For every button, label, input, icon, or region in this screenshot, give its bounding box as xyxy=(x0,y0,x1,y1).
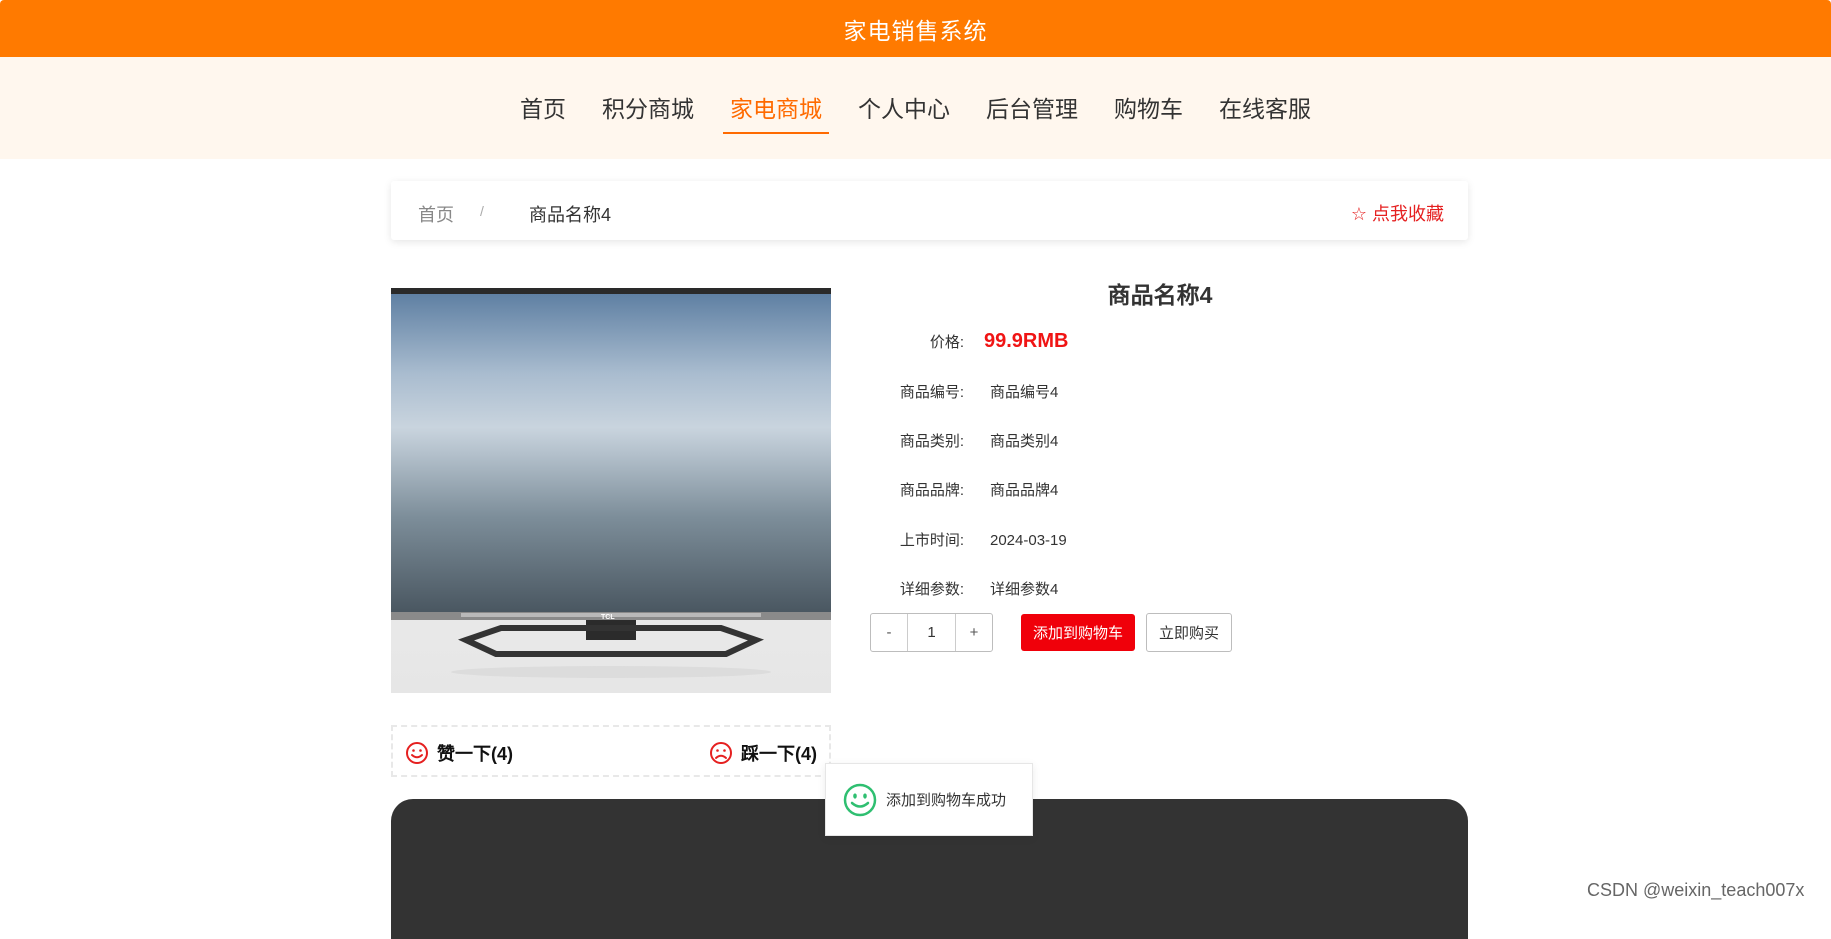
vote-box: 赞一下(4) 踩一下(4) xyxy=(391,725,831,777)
field-label: 商品品牌: xyxy=(899,482,964,499)
quantity-input[interactable]: 1 xyxy=(907,614,956,651)
field-row-category: 商品类别: 商品类别4 xyxy=(880,430,1059,451)
nav-item-points-mall[interactable]: 积分商城 xyxy=(584,90,712,134)
watermark: CSDN @weixin_teach007x xyxy=(1587,880,1805,900)
dislike-button[interactable]: 踩一下(4) xyxy=(709,740,817,766)
add-to-cart-button[interactable]: 添加到购物车 xyxy=(1021,614,1135,651)
breadcrumb: 首页 / 商品名称4 ☆ 点我收藏 xyxy=(391,181,1468,240)
field-value: 商品品牌4 xyxy=(990,482,1059,499)
success-smile-icon xyxy=(843,783,877,816)
app-title: 家电销售系统 xyxy=(843,17,988,44)
field-row-details: 详细参数: 详细参数4 xyxy=(880,578,1059,599)
product-title: 商品名称4 xyxy=(1107,282,1213,308)
field-row-code: 商品编号: 商品编号4 xyxy=(880,381,1059,402)
product-image: TCL xyxy=(391,288,831,693)
price-label: 价格: xyxy=(929,334,964,351)
success-toast: 添加到购物车成功 xyxy=(825,763,1033,836)
field-value: 2024-03-19 xyxy=(990,532,1067,549)
field-label: 上市时间: xyxy=(899,532,964,549)
buy-now-button[interactable]: 立即购买 xyxy=(1146,613,1232,652)
toast-message: 添加到购物车成功 xyxy=(886,792,1007,809)
field-label: 商品类别: xyxy=(899,433,964,450)
breadcrumb-separator: / xyxy=(480,203,484,219)
quantity-stepper: - 1 + xyxy=(870,613,993,652)
top-header-bar: 家电销售系统 xyxy=(0,0,1831,57)
field-label: 详细参数: xyxy=(899,581,964,598)
nav-item-appliance-mall[interactable]: 家电商城 xyxy=(712,90,840,134)
field-value: 商品编号4 xyxy=(990,384,1059,401)
quantity-minus-button[interactable]: - xyxy=(871,614,907,651)
tv-brand-text: TCL xyxy=(601,614,615,621)
nav-item-admin[interactable]: 后台管理 xyxy=(968,90,1096,134)
field-row-brand: 商品品牌: 商品品牌4 xyxy=(880,479,1059,500)
favorite-button[interactable]: ☆ 点我收藏 xyxy=(1351,200,1444,226)
field-label: 商品编号: xyxy=(899,384,964,401)
field-value: 商品类别4 xyxy=(990,433,1059,450)
nav-item-home[interactable]: 首页 xyxy=(502,90,584,134)
like-button[interactable]: 赞一下(4) xyxy=(405,740,513,766)
field-value: 详细参数4 xyxy=(990,581,1059,598)
frown-icon xyxy=(710,742,732,764)
breadcrumb-current: 商品名称4 xyxy=(529,205,612,225)
quantity-plus-button[interactable]: + xyxy=(956,614,992,651)
nav-item-customer-service[interactable]: 在线客服 xyxy=(1201,90,1329,134)
like-label: 赞一下(4) xyxy=(437,744,513,764)
main-nav: 首页 积分商城 家电商城 个人中心 后台管理 购物车 在线客服 xyxy=(0,90,1831,134)
nav-item-personal-center[interactable]: 个人中心 xyxy=(840,90,968,134)
smile-icon xyxy=(406,742,428,764)
nav-item-cart[interactable]: 购物车 xyxy=(1096,90,1201,134)
breadcrumb-home-link[interactable]: 首页 xyxy=(418,201,454,227)
field-row-launch-date: 上市时间: 2024-03-19 xyxy=(880,529,1067,550)
tv-illustration: TCL xyxy=(391,288,831,693)
price-value: 99.9RMB xyxy=(984,330,1069,352)
dislike-label: 踩一下(4) xyxy=(741,744,817,764)
price-row: 价格: 99.9RMB xyxy=(880,330,1069,353)
